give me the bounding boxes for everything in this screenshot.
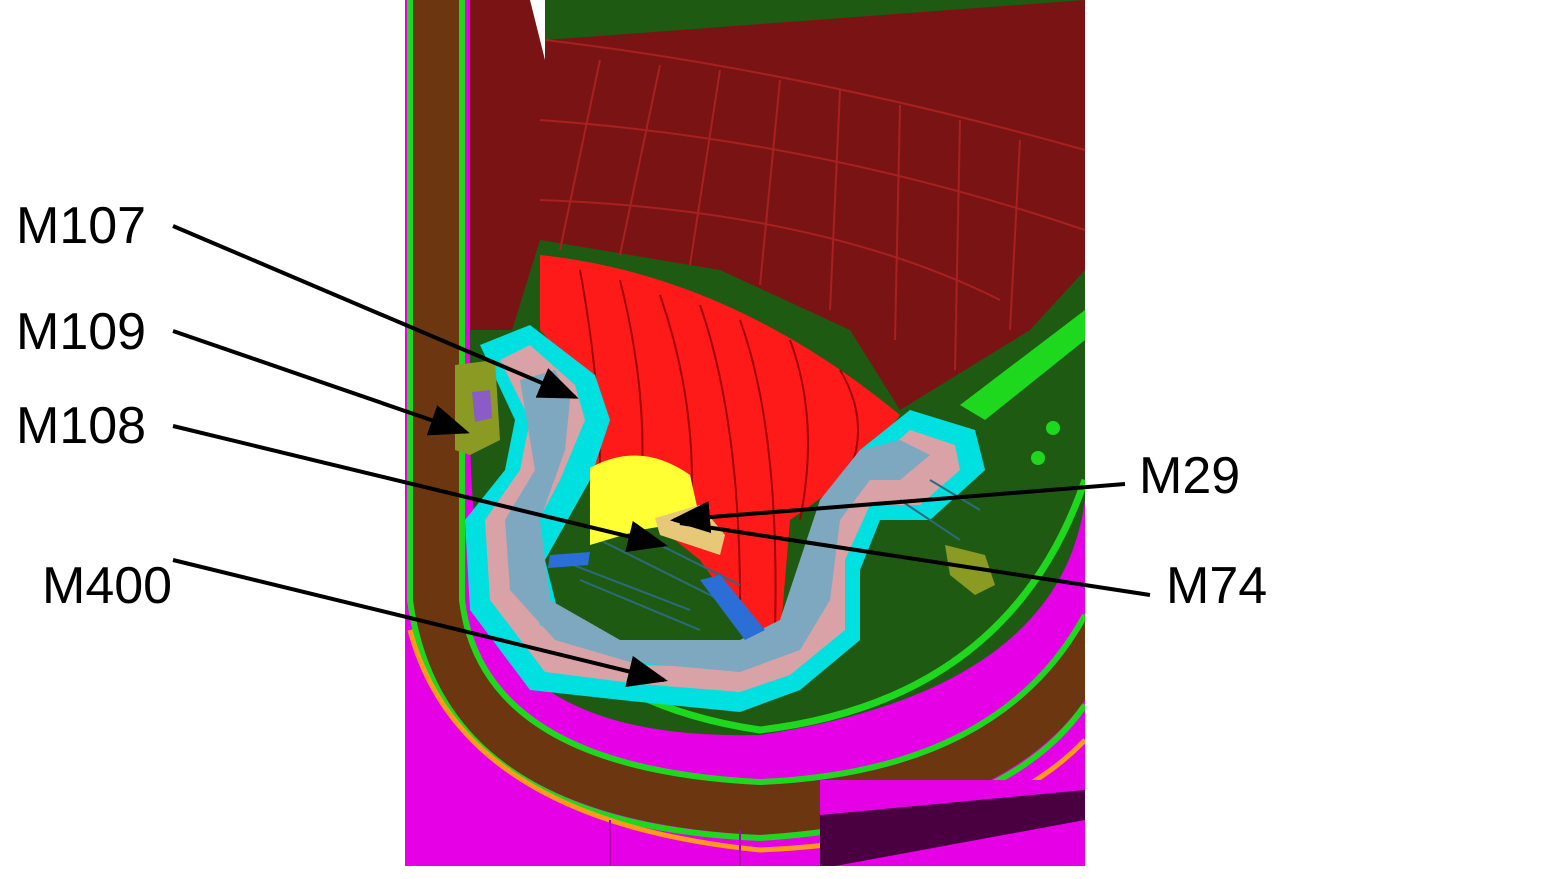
cad-cross-section <box>405 0 1085 866</box>
tokamak-divertor-diagram: M107 M109 M108 M400 M29 M74 <box>16 0 1267 866</box>
label-m29: M29 <box>1139 447 1240 505</box>
port-hole-1 <box>1046 421 1060 435</box>
port-hole-2 <box>1031 451 1045 465</box>
support-purple <box>472 390 492 422</box>
label-m109: M109 <box>16 303 146 361</box>
label-m108: M108 <box>16 397 146 455</box>
label-m74: M74 <box>1166 557 1267 615</box>
label-m107: M107 <box>16 197 146 255</box>
label-m400: M400 <box>42 557 172 615</box>
